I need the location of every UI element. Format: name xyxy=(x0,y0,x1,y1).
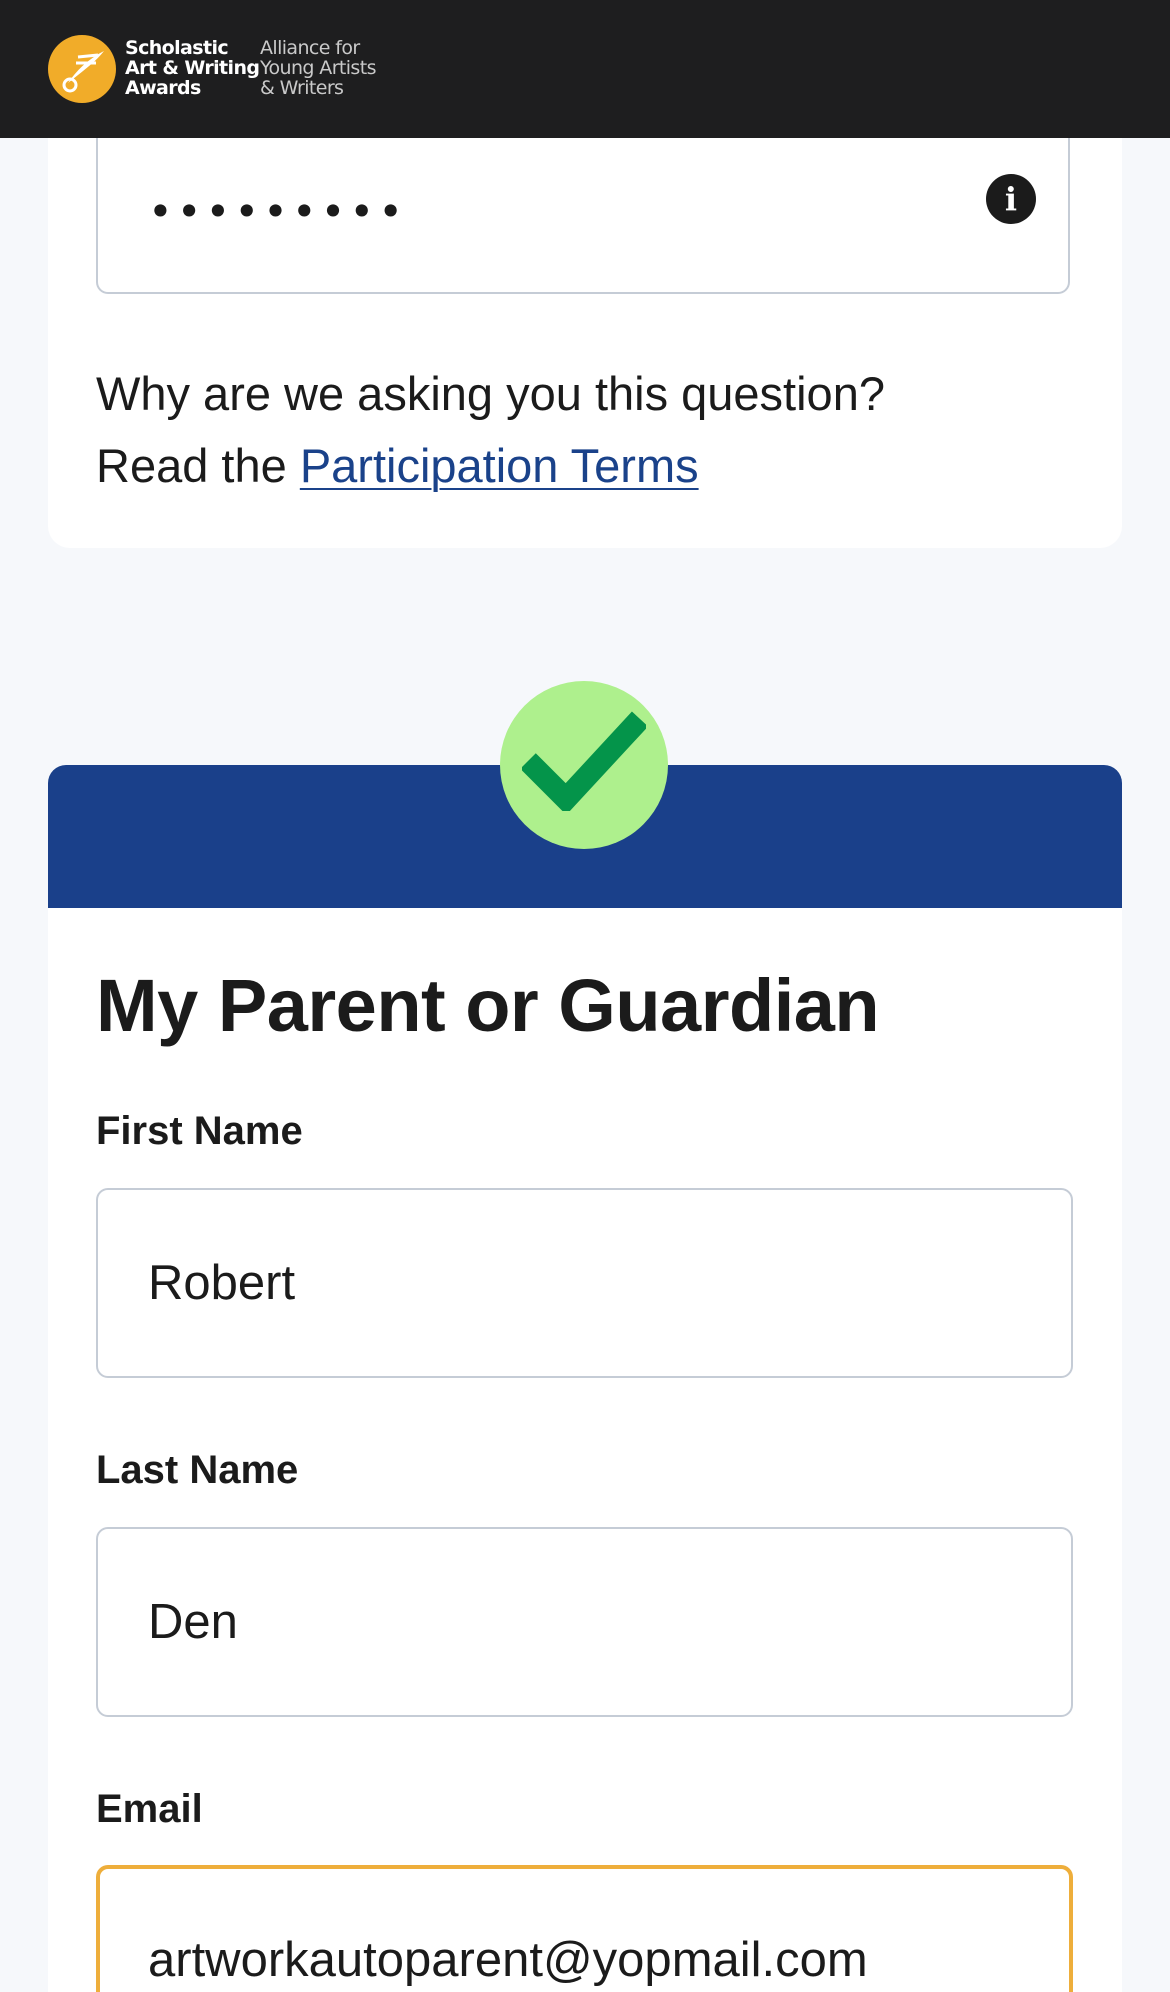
help-read-prefix: Read the xyxy=(96,439,300,492)
password-masked-value: ••••••••• xyxy=(148,187,407,236)
info-icon[interactable]: i xyxy=(986,174,1036,224)
checkmark-icon xyxy=(522,711,646,811)
email-input[interactable] xyxy=(96,1865,1073,1992)
first-name-input[interactable] xyxy=(96,1188,1073,1378)
email-label: Email xyxy=(96,1787,203,1831)
scholastic-logo-icon[interactable] xyxy=(48,35,116,103)
participation-terms-link[interactable]: Participation Terms xyxy=(300,439,699,492)
status-badge xyxy=(500,681,668,849)
help-question: Why are we asking you this question? xyxy=(96,367,885,420)
guardian-card: My Parent or Guardian First Name Last Na… xyxy=(48,765,1122,1992)
help-text: Why are we asking you this question? Rea… xyxy=(96,358,885,502)
brand-name: Scholastic Art & Writing Awards xyxy=(125,37,260,99)
last-name-input[interactable] xyxy=(96,1527,1073,1717)
first-name-label: First Name xyxy=(96,1109,303,1153)
section-title: My Parent or Guardian xyxy=(96,964,880,1047)
account-card: ••••••••• i Why are we asking you this q… xyxy=(48,100,1122,548)
last-name-label: Last Name xyxy=(96,1448,299,1492)
site-header: Scholastic Art & Writing Awards Alliance… xyxy=(0,0,1170,138)
brand-tagline: Alliance for Young Artists & Writers xyxy=(260,37,376,99)
